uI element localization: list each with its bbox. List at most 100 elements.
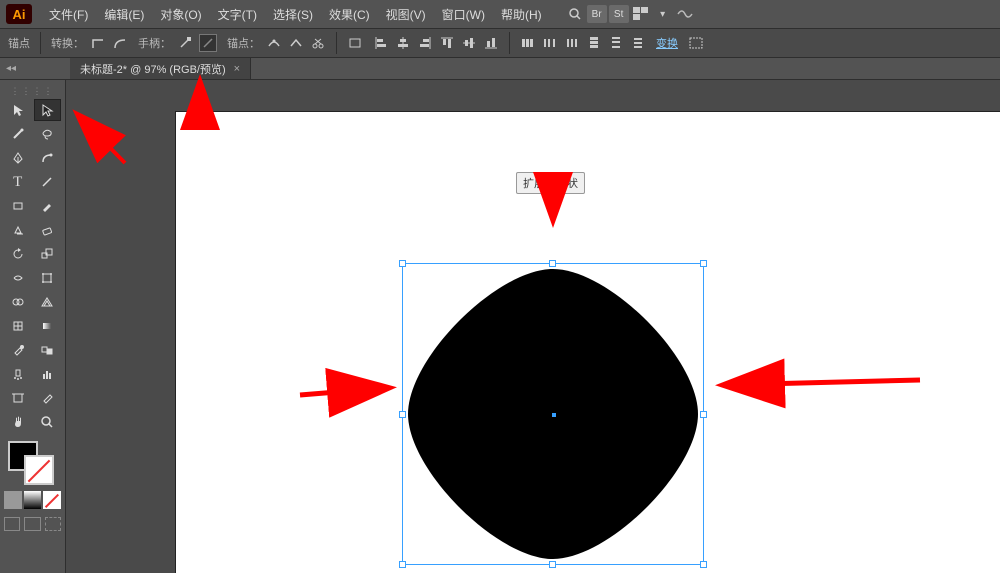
handle-hide-icon[interactable] [199,34,217,52]
gpu-icon[interactable] [675,5,695,23]
handle-show-icon[interactable] [177,35,193,51]
magic-wand-tool[interactable] [4,123,32,145]
menu-view[interactable]: 视图(V) [379,2,433,27]
type-tool[interactable]: T [4,171,32,193]
align-top-icon[interactable] [439,35,455,51]
document-tab[interactable]: 未标题-2* @ 97% (RGB/预览) × [70,58,251,79]
menu-object[interactable]: 对象(O) [153,2,208,27]
dist-v1-icon[interactable] [586,35,602,51]
dist-h3-icon[interactable] [564,35,580,51]
screen-mode-normal[interactable] [4,517,20,531]
eyedropper-tool[interactable] [4,339,32,361]
convert-corner-icon[interactable] [90,35,106,51]
search-icon[interactable] [565,5,585,23]
screen-mode-full[interactable] [24,517,40,531]
handle-label: 手柄： [138,35,171,51]
isolate-icon[interactable] [347,35,363,51]
panel-collapse-icon[interactable]: ◂◂ [6,63,16,74]
scale-tool[interactable] [34,243,62,265]
shaper-tool[interactable] [4,219,32,241]
menu-select[interactable]: 选择(S) [266,2,320,27]
menu-bar: Ai 文件(F) 编辑(E) 对象(O) 文字(T) 选择(S) 效果(C) 视… [0,0,1000,28]
width-tool[interactable] [4,267,32,289]
selection-handle-w[interactable] [399,411,406,418]
canvas[interactable]: 扩展的形状 网 em.com [66,80,1000,573]
connect-anchor-icon[interactable] [288,35,304,51]
tool-panel: ⋮⋮⋮⋮ T [0,80,66,573]
divider [509,32,510,54]
mesh-tool[interactable] [4,315,32,337]
arrange-docs-icon[interactable] [631,5,651,23]
align-left-icon[interactable] [373,35,389,51]
shape-builder-tool[interactable] [4,291,32,313]
menu-type[interactable]: 文字(T) [211,2,264,27]
curvature-tool[interactable] [34,147,62,169]
bridge-icon[interactable]: Br [587,5,607,23]
cut-path-icon[interactable] [310,35,326,51]
selection-handle-n[interactable] [549,260,556,267]
paintbrush-tool[interactable] [34,195,62,217]
align-right-icon[interactable] [417,35,433,51]
dist-h1-icon[interactable] [520,35,536,51]
remove-anchor-icon[interactable] [266,35,282,51]
blend-tool[interactable] [34,339,62,361]
artboard-tool[interactable] [4,387,32,409]
align-vcenter-icon[interactable] [461,35,477,51]
hand-tool[interactable] [4,411,32,433]
stock-icon[interactable]: St [609,5,629,23]
panel-grip-icon[interactable]: ⋮⋮⋮⋮ [4,86,61,97]
selection-handle-se[interactable] [700,561,707,568]
symbol-sprayer-tool[interactable] [4,363,32,385]
menu-window[interactable]: 窗口(W) [435,2,492,27]
pen-tool[interactable] [4,147,32,169]
menu-help[interactable]: 帮助(H) [494,2,549,27]
align-hcenter-icon[interactable] [395,35,411,51]
color-swatches[interactable] [4,441,61,487]
selection-handle-s[interactable] [549,561,556,568]
slice-tool[interactable] [34,387,62,409]
dist-v3-icon[interactable] [630,35,646,51]
dist-v2-icon[interactable] [608,35,624,51]
dropdown-icon[interactable]: ▾ [653,5,673,23]
selection-handle-nw[interactable] [399,260,406,267]
selection-handle-e[interactable] [700,411,707,418]
selection-center [552,413,556,417]
rectangle-tool[interactable] [4,195,32,217]
divider [40,32,41,54]
convert-label: 转换： [51,35,84,51]
control-bar: 锚点 转换： 手柄： 锚点： [0,28,1000,58]
anchor-label: 锚点 [8,35,30,51]
tooltip-expand-shape: 扩展的形状 [516,172,585,194]
eraser-tool[interactable] [34,219,62,241]
anchor2-label: 锚点： [227,35,260,51]
free-transform-tool[interactable] [34,267,62,289]
color-mode-none[interactable] [43,491,61,509]
rotate-tool[interactable] [4,243,32,265]
stroke-swatch[interactable] [24,455,54,485]
selection-handle-sw[interactable] [399,561,406,568]
color-mode-gradient[interactable] [24,491,42,509]
line-tool[interactable] [34,171,62,193]
menu-edit[interactable]: 编辑(E) [97,2,151,27]
align-bottom-icon[interactable] [483,35,499,51]
selection-tool[interactable] [4,99,32,121]
artboard: 扩展的形状 网 em.com [176,112,1000,573]
lasso-tool[interactable] [34,123,62,145]
shape-btn-icon[interactable] [688,35,704,51]
gradient-tool[interactable] [34,315,62,337]
transform-link[interactable]: 变换 [656,35,678,51]
screen-mode-presentation[interactable] [45,517,61,531]
zoom-tool[interactable] [34,411,62,433]
direct-selection-tool[interactable] [34,99,62,121]
dist-h2-icon[interactable] [542,35,558,51]
menu-file[interactable]: 文件(F) [42,2,95,27]
close-tab-icon[interactable]: × [234,63,240,75]
color-mode-solid[interactable] [4,491,22,509]
graph-tool[interactable] [34,363,62,385]
perspective-tool[interactable] [34,291,62,313]
selection-handle-ne[interactable] [700,260,707,267]
workspace: ⋮⋮⋮⋮ T [0,80,1000,573]
menu-effect[interactable]: 效果(C) [322,2,377,27]
convert-smooth-icon[interactable] [112,35,128,51]
document-title: 未标题-2* @ 97% (RGB/预览) [80,61,226,77]
